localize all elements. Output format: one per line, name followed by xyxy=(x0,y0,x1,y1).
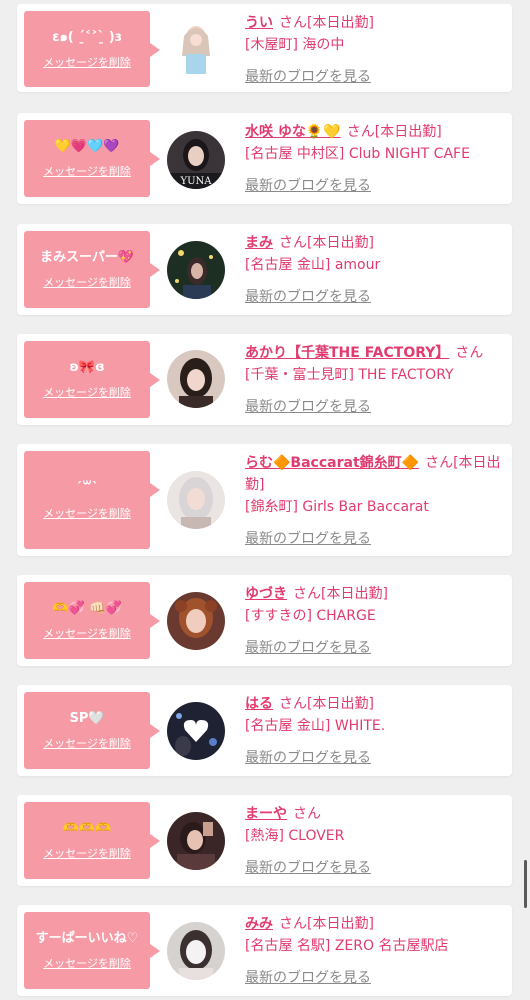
latest-blog-link[interactable]: 最新のブログを見る xyxy=(245,396,507,418)
message-bubble: 🫶🫶🫶 メッセージを削除 xyxy=(24,802,160,879)
cast-info: うい さん[本日出勤] [木屋町] 海の中 最新のブログを見る xyxy=(245,12,507,88)
cast-name-link[interactable]: 水咲 ゆな🌻💛 xyxy=(245,124,341,140)
status-text: [本日出勤] xyxy=(307,916,374,932)
avatar[interactable] xyxy=(167,702,225,760)
delete-message-link[interactable]: メッセージを削除 xyxy=(43,957,131,971)
message-text: 🫶🫶🫶 xyxy=(62,821,112,836)
cast-name-link[interactable]: まーや xyxy=(245,806,287,822)
delete-message-link[interactable]: メッセージを削除 xyxy=(43,276,131,290)
message-bubble: 💛💗🩵💜 メッセージを削除 xyxy=(24,120,160,197)
message-text: すーぱーいいね♡ xyxy=(35,931,139,946)
latest-blog-link[interactable]: 最新のブログを見る xyxy=(245,175,507,197)
shop-text: [名古屋 中村区] Club NIGHT CAFE xyxy=(245,146,470,162)
cast-info: まーや さん [熱海] CLOVER 最新のブログを見る xyxy=(245,803,507,879)
message-bubble: すーぱーいいね♡ メッセージを削除 xyxy=(24,912,160,989)
status-text: [本日出勤] xyxy=(374,124,442,140)
cast-info: 水咲 ゆな🌻💛 さん[本日出勤] [名古屋 中村区] Club NIGHT CAF… xyxy=(245,121,507,197)
cast-name-link[interactable]: ゆづき xyxy=(245,586,287,602)
honorific: さん xyxy=(346,124,375,140)
cast-name-link[interactable]: らむ🔶Baccarat錦糸町🔶 xyxy=(245,455,419,471)
delete-message-link[interactable]: メッセージを削除 xyxy=(43,847,131,861)
message-text: ʚ🎀ɞ xyxy=(69,360,105,375)
avatar[interactable] xyxy=(167,922,225,980)
cast-name-link[interactable]: まみ xyxy=(245,235,273,251)
cast-name-link[interactable]: はる xyxy=(245,696,273,712)
status-text: [本日出勤] xyxy=(307,15,374,31)
delete-message-link[interactable]: メッセージを削除 xyxy=(43,627,131,641)
avatar[interactable] xyxy=(167,241,225,299)
latest-blog-link[interactable]: 最新のブログを見る xyxy=(245,286,507,308)
message-card: SP🤍 メッセージを削除 はる さん[本日出勤] [名古屋 金山] WHITE. … xyxy=(17,685,512,776)
shop-text: [名古屋 金山] amour xyxy=(245,257,381,273)
avatar[interactable] xyxy=(167,812,225,870)
honorific: さん xyxy=(293,586,321,602)
svg-text:YUNA: YUNA xyxy=(179,176,212,187)
message-text: SP🤍 xyxy=(69,711,105,726)
honorific: さん xyxy=(279,235,307,251)
latest-blog-link[interactable]: 最新のブログを見る xyxy=(245,967,507,989)
message-card: すーぱーいいね♡ メッセージを削除 みみ さん[本日出勤] [名古屋 名駅] ZE… xyxy=(17,905,512,996)
cast-info: みみ さん[本日出勤] [名古屋 名駅] ZERO 名古屋駅店 最新のブログを見る xyxy=(245,913,507,989)
message-card: 🫶💞 👊🏻💞 メッセージを削除 ゆづき さん[本日出勤] [すすきの] CHARG… xyxy=(17,575,512,666)
cast-info: ゆづき さん[本日出勤] [すすきの] CHARGE 最新のブログを見る xyxy=(245,583,507,659)
avatar[interactable]: YUNA xyxy=(167,131,225,189)
latest-blog-link[interactable]: 最新のブログを見る xyxy=(245,66,507,88)
avatar[interactable] xyxy=(167,350,225,408)
message-bubble: ɛ๑( ˊ̱˂˃ˋ̱ )ɜ メッセージを削除 xyxy=(24,11,160,87)
shop-text: [名古屋 金山] WHITE. xyxy=(245,718,386,734)
avatar[interactable] xyxy=(167,592,225,650)
shop-text: [名古屋 名駅] ZERO 名古屋駅店 xyxy=(245,938,449,954)
cast-info: らむ🔶Baccarat錦糸町🔶 さん[本日出勤] [錦糸町] Girls Bar … xyxy=(245,452,507,550)
delete-message-link[interactable]: メッセージを削除 xyxy=(43,737,131,751)
shop-text: [千葉・富士見町] THE FACTORY xyxy=(245,367,454,383)
message-text: 💛💗🩵💜 xyxy=(54,139,120,154)
message-card: ʚ🎀ɞ メッセージを削除 あかり【千葉THE FACTORY】 さん [千葉・富士… xyxy=(17,334,512,425)
message-card: 🫶🫶🫶 メッセージを削除 まーや さん [熱海] CLOVER 最新のブログを見る xyxy=(17,795,512,886)
latest-blog-link[interactable]: 最新のブログを見る xyxy=(245,857,507,879)
message-text: ɛ๑( ˊ̱˂˃ˋ̱ )ɜ xyxy=(52,29,122,45)
message-card: ˊ꒳ˋ メッセージを削除 らむ🔶Baccarat錦糸町🔶 さん[本日出勤] [錦糸… xyxy=(17,444,512,556)
cast-name-link[interactable]: あかり【千葉THE FACTORY】 xyxy=(245,345,449,361)
scrollbar-thumb[interactable] xyxy=(524,860,527,908)
message-card: ɛ๑( ˊ̱˂˃ˋ̱ )ɜ メッセージを削除 うい さん[本日出勤] [木屋町] … xyxy=(17,4,512,92)
message-text: 🫶💞 👊🏻💞 xyxy=(52,601,122,616)
message-card: 💛💗🩵💜 メッセージを削除 YUNA 水咲 ゆな🌻💛 さん[本日出勤] [名古屋 … xyxy=(17,113,512,204)
shop-text: [すすきの] CHARGE xyxy=(245,608,376,624)
message-bubble: ʚ🎀ɞ メッセージを削除 xyxy=(24,341,160,418)
delete-message-link[interactable]: メッセージを削除 xyxy=(43,386,131,400)
latest-blog-link[interactable]: 最新のブログを見る xyxy=(245,747,507,769)
message-bubble: 🫶💞 👊🏻💞 メッセージを削除 xyxy=(24,582,160,659)
avatar[interactable] xyxy=(167,18,225,76)
honorific: さん xyxy=(293,806,321,822)
cast-info: まみ さん[本日出勤] [名古屋 金山] amour 最新のブログを見る xyxy=(245,232,507,308)
latest-blog-link[interactable]: 最新のブログを見る xyxy=(245,528,507,550)
shop-text: [熱海] CLOVER xyxy=(245,828,345,844)
latest-blog-link[interactable]: 最新のブログを見る xyxy=(245,637,507,659)
cast-name-link[interactable]: みみ xyxy=(245,916,273,932)
honorific: さん xyxy=(279,916,307,932)
cast-info: はる さん[本日出勤] [名古屋 金山] WHITE. 最新のブログを見る xyxy=(245,693,507,769)
message-bubble: まみスーパー💖 メッセージを削除 xyxy=(24,231,160,308)
shop-text: [錦糸町] Girls Bar Baccarat xyxy=(245,499,429,515)
cast-info: あかり【千葉THE FACTORY】 さん [千葉・富士見町] THE FACTO… xyxy=(245,342,507,418)
honorific: さん xyxy=(425,455,454,471)
avatar[interactable] xyxy=(167,471,225,529)
delete-message-link[interactable]: メッセージを削除 xyxy=(43,507,131,521)
delete-message-link[interactable]: メッセージを削除 xyxy=(43,56,131,70)
honorific: さん xyxy=(279,15,307,31)
message-text: まみスーパー💖 xyxy=(39,250,135,265)
status-text: [本日出勤] xyxy=(307,235,374,251)
delete-message-link[interactable]: メッセージを削除 xyxy=(43,165,131,179)
honorific: さん xyxy=(455,345,484,361)
message-bubble: ˊ꒳ˋ メッセージを削除 xyxy=(24,451,160,549)
status-text: [本日出勤] xyxy=(307,696,374,712)
message-card: まみスーパー💖 メッセージを削除 まみ さん[本日出勤] [名古屋 金山] amo… xyxy=(17,224,512,315)
cast-name-link[interactable]: うい xyxy=(245,15,273,31)
honorific: さん xyxy=(279,696,307,712)
message-bubble: SP🤍 メッセージを削除 xyxy=(24,692,160,769)
message-text: ˊ꒳ˋ xyxy=(75,480,99,496)
status-text: [本日出勤] xyxy=(321,586,388,602)
shop-text: [木屋町] 海の中 xyxy=(245,37,345,53)
